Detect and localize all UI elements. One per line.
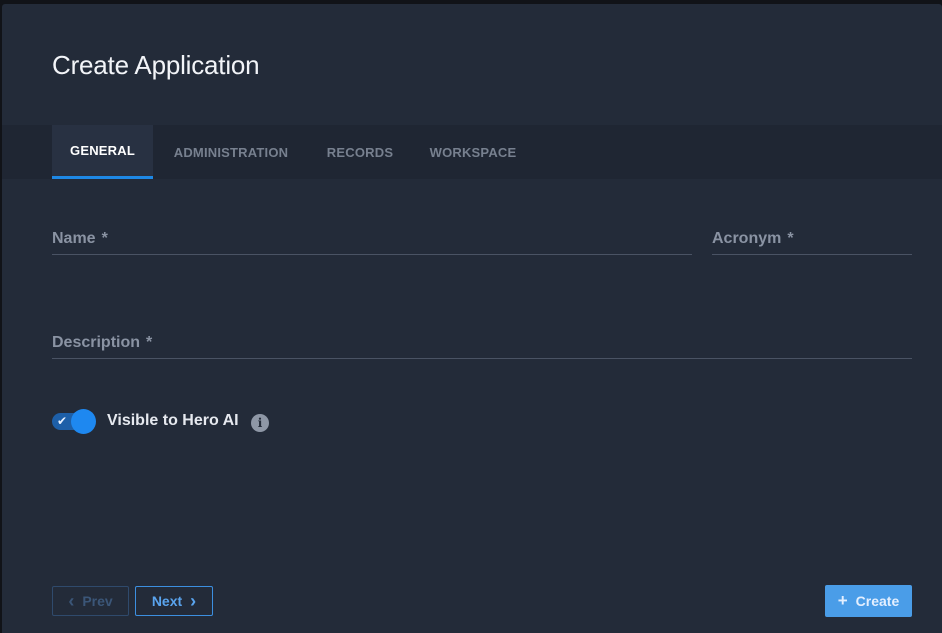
create-button[interactable]: + Create <box>825 585 912 617</box>
dialog-title: Create Application <box>52 50 260 80</box>
prev-button[interactable]: ‹ Prev <box>52 586 129 616</box>
plus-icon: + <box>837 591 848 610</box>
chevron-left-icon: ‹ <box>68 591 75 611</box>
next-button[interactable]: Next › <box>135 586 213 616</box>
acronym-label: Acronym * <box>712 230 794 247</box>
acronym-field[interactable]: Acronym * <box>712 230 912 255</box>
chevron-right-icon: › <box>190 591 197 611</box>
name-field[interactable]: Name * <box>52 230 692 255</box>
description-field[interactable]: Description * <box>52 334 912 359</box>
next-label: Next <box>151 593 183 609</box>
tab-general[interactable]: GENERAL <box>52 125 153 179</box>
create-label: Create <box>855 593 900 609</box>
toggle-knob <box>71 409 96 434</box>
visible-to-hero-ai-label: Visible to Hero AI <box>107 412 239 429</box>
tab-bar: GENERAL ADMINISTRATION RECORDS WORKSPACE <box>2 125 942 179</box>
name-label: Name * <box>52 230 108 247</box>
info-icon[interactable]: i <box>251 414 269 432</box>
tab-workspace[interactable]: WORKSPACE <box>420 125 526 179</box>
visible-to-hero-ai-toggle[interactable]: ✔ <box>52 409 98 434</box>
prev-label: Prev <box>82 593 113 609</box>
tab-administration[interactable]: ADMINISTRATION <box>162 125 300 179</box>
description-label: Description * <box>52 334 153 351</box>
create-application-dialog: Create Application GENERAL ADMINISTRATIO… <box>2 4 942 633</box>
check-icon: ✔ <box>57 414 68 428</box>
tab-records[interactable]: RECORDS <box>318 125 402 179</box>
